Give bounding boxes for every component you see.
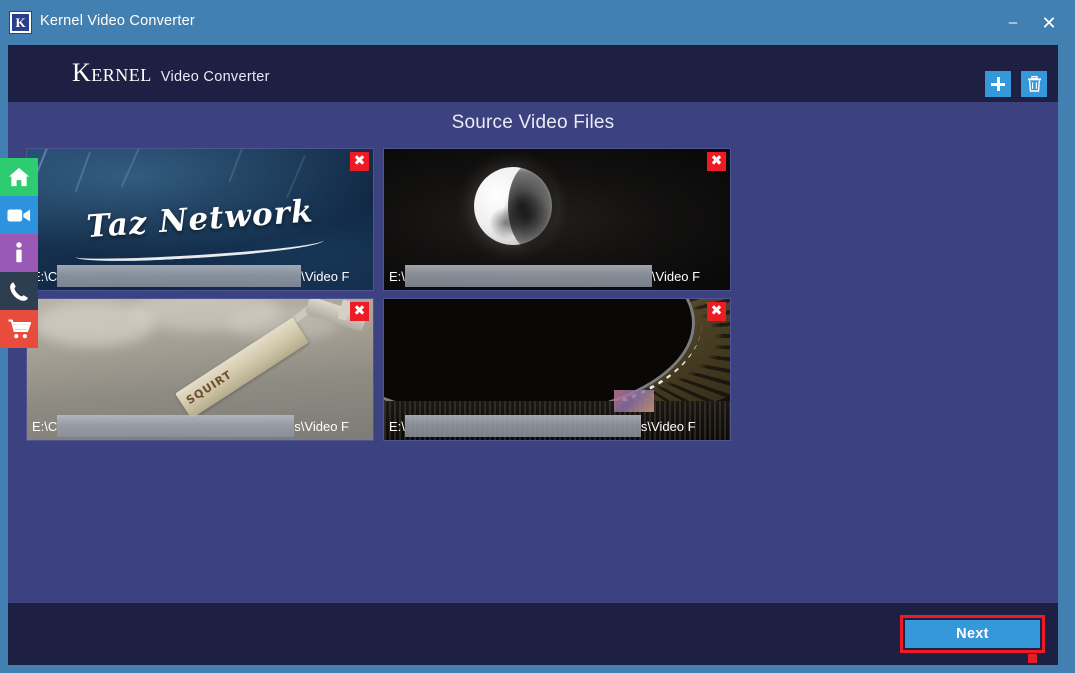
- moon-shape: [473, 162, 557, 251]
- phone-icon: [10, 281, 29, 301]
- thumbnail-overlay-text: SQUIRT: [184, 367, 235, 407]
- thumbnail-item[interactable]: ✖ E:\ s\Video F: [383, 298, 731, 441]
- brand-header: Kernel Video Converter: [8, 45, 1058, 102]
- file-path-suffix: \Video F: [651, 268, 701, 284]
- remove-file-button[interactable]: ✖: [707, 302, 726, 321]
- remove-file-button[interactable]: ✖: [350, 152, 369, 171]
- info-icon: [16, 242, 22, 263]
- sidebar-item-info[interactable]: [0, 234, 38, 272]
- file-path-label: E:\C s\Video F: [27, 412, 373, 440]
- next-button[interactable]: Next: [905, 620, 1040, 648]
- moon-shadow: [508, 162, 557, 251]
- file-path-suffix: \Video F: [301, 268, 350, 284]
- file-path-redacted: [404, 415, 641, 437]
- file-path-prefix: E:\: [389, 268, 405, 284]
- file-path-label: E:\C \Video F: [27, 262, 373, 290]
- shopping-cart-icon: [8, 319, 31, 339]
- sidebar-item-support[interactable]: [0, 272, 38, 310]
- file-path-prefix: E:\: [389, 418, 405, 434]
- plus-icon: [991, 77, 1005, 91]
- file-path-redacted: [404, 265, 652, 287]
- delete-all-button[interactable]: [1021, 71, 1047, 97]
- file-path-redacted: [57, 415, 295, 437]
- file-path-label: E:\ s\Video F: [384, 412, 730, 440]
- sidebar-item-video[interactable]: [0, 196, 38, 234]
- trash-icon: [1027, 76, 1041, 92]
- file-path-label: E:\ \Video F: [384, 262, 730, 290]
- video-camera-icon: [7, 209, 31, 221]
- brand-logo: Kernel Video Converter: [72, 59, 270, 91]
- brand-product: Video Converter: [160, 69, 270, 85]
- home-icon: [9, 167, 29, 187]
- window-title: Kernel Video Converter: [40, 13, 195, 29]
- thumbnail-item[interactable]: ✖ E:\ \Video F: [383, 148, 731, 291]
- brand-name: Kernel: [72, 58, 152, 87]
- left-sidebar: [0, 158, 38, 348]
- app-window: K Kernel Video Converter – ✕ Kernel Vide…: [0, 0, 1075, 673]
- stadium-screen: [613, 389, 654, 412]
- add-files-button[interactable]: [985, 71, 1011, 97]
- remove-file-button[interactable]: ✖: [350, 302, 369, 321]
- sidebar-item-buy[interactable]: [0, 310, 38, 348]
- thumbnail-grid: Taz Network ✖ E:\C \Video F ✖ E:\ \Video…: [26, 148, 746, 448]
- close-button[interactable]: ✕: [1035, 10, 1063, 36]
- file-path-prefix: E:\C: [32, 418, 58, 434]
- kernel-k-icon: K: [12, 14, 29, 31]
- red-highlight-dot: [1028, 654, 1037, 663]
- thumbnail-item[interactable]: SQUIRT ✖ E:\C s\Video F: [26, 298, 374, 441]
- app-icon: K: [9, 11, 32, 34]
- minimize-button[interactable]: –: [999, 10, 1027, 36]
- remove-file-button[interactable]: ✖: [707, 152, 726, 171]
- file-path-suffix: s\Video F: [294, 418, 349, 434]
- sidebar-item-home[interactable]: [0, 158, 38, 196]
- title-bar: K Kernel Video Converter – ✕: [0, 0, 1075, 45]
- main-content: Source Video Files Taz Network ✖ E:\C \V…: [8, 102, 1058, 663]
- page-title: Source Video Files: [451, 112, 615, 133]
- footer-bar: Next: [8, 603, 1058, 665]
- file-path-suffix: s\Video F: [640, 418, 696, 434]
- file-path-redacted: [57, 265, 302, 287]
- next-button-highlight: Next: [900, 615, 1045, 653]
- thumbnail-item[interactable]: Taz Network ✖ E:\C \Video F: [26, 148, 374, 291]
